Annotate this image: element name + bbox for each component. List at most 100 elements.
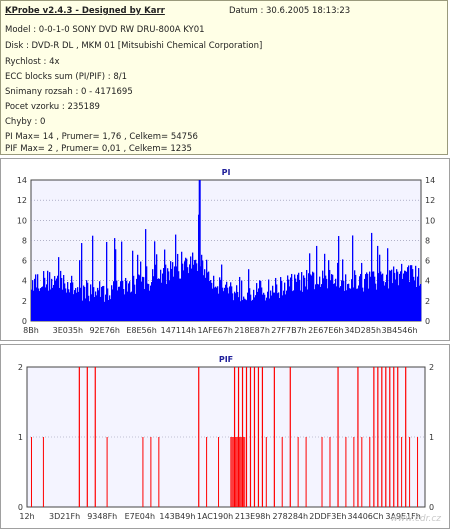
info-disk: Disk : DVD-R DL , MKM 01 [Mitsubishi Che… (5, 41, 263, 51)
info-sample-count: Pocet vzorku : 235189 (5, 102, 100, 112)
pif-bar (257, 367, 260, 507)
pi-ytick-left: 0 (22, 317, 27, 326)
pif-bar (397, 367, 399, 507)
pi-ytick-left: 10 (17, 216, 27, 225)
pif-xtick-label: E7E04h (125, 512, 155, 521)
pif-bar (385, 367, 387, 507)
pif-ytick-right: 2 (429, 363, 434, 372)
pif-ytick-left: 1 (18, 433, 23, 442)
pif-bar (409, 437, 411, 507)
pi-xtick-label: 2E67E6h (308, 326, 344, 335)
pif-bar (249, 367, 252, 507)
pif-bar (240, 437, 242, 507)
pif-bar (369, 437, 371, 507)
pif-bar (345, 437, 347, 507)
pif-ytick-left: 2 (18, 363, 23, 372)
pif-ytick-right: 1 (429, 433, 434, 442)
pif-bar (377, 367, 379, 507)
pi-ytick-right: 4 (425, 277, 430, 286)
pif-chart: PIF 0 0 1 1 2 2 12h 3D21Fh 9348Fh E7E04h 143B49h 1AC… (18, 355, 434, 521)
pif-bar (373, 367, 375, 507)
pi-xtick-label: E8E56h (126, 326, 156, 335)
pi-xtick-label: 3B4546h (382, 326, 418, 335)
pif-xtick-label: 213E98h (235, 512, 271, 521)
pif-bar (78, 367, 80, 507)
pi-ytick-left: 2 (22, 297, 27, 306)
pi-chart-panel: PI 0 0 2 2 4 4 6 6 8 8 10 10 12 12 14 14 8Bh 3E035h 92E76h E… (0, 158, 450, 341)
pif-bar (244, 437, 246, 507)
pif-bar (237, 367, 240, 507)
pi-xtick-label: 27F7B7h (271, 326, 307, 335)
pif-bar (243, 437, 245, 507)
pif-chart-panel: PIF 0 0 1 1 2 2 12h 3D21Fh 9348Fh E7E04h 143B49h 1AC… (0, 344, 450, 529)
pi-xtick-label: 8Bh (23, 326, 39, 335)
pif-bar (239, 437, 241, 507)
pif-bar (232, 437, 234, 507)
info-scan-range: Snimany rozsah : 0 - 4171695 (5, 87, 133, 97)
pif-bar (253, 367, 256, 507)
info-pi-summary: PI Max= 14 , Prumer= 1,76 , Celkem= 5475… (5, 132, 198, 142)
pi-ytick-left: 14 (17, 176, 27, 185)
pif-bar (281, 437, 283, 507)
pi-ytick-right: 6 (425, 257, 430, 266)
pi-bar (420, 284, 422, 321)
pif-xtick-label: 3D21Fh (49, 512, 80, 521)
pi-xtick-label: 147114h (161, 326, 197, 335)
pi-xtick-label: 218E87h (234, 326, 270, 335)
pi-bar-max (198, 180, 201, 321)
pif-bar (106, 437, 108, 507)
pi-ytick-left: 4 (22, 277, 27, 286)
pi-chart-title: PI (222, 168, 231, 177)
pif-bar (233, 367, 236, 507)
pif-xtick-label: 1AC190h (197, 512, 233, 521)
pif-bar (405, 367, 407, 507)
pif-xtick-label: 12h (19, 512, 34, 521)
pif-bar (206, 437, 208, 507)
info-errors: Chyby : 0 (5, 117, 46, 127)
info-pif-summary: PIF Max= 2 , Prumer= 0,01 , Celkem= 1235 (5, 144, 192, 154)
pi-xtick-label: 1AFE67h (198, 326, 233, 335)
pif-bar (357, 367, 359, 507)
pif-bar (158, 437, 160, 507)
app-title: KProbe v2.4.3 - Designed by Karr (5, 6, 165, 16)
pif-xtick-label: 278284h (272, 512, 308, 521)
pif-xtick-label: 34406Ch (347, 512, 383, 521)
pif-xtick-label: 2DDF3Eh (309, 512, 346, 521)
info-speed: Rychlost : 4x (5, 57, 60, 67)
pif-bar (86, 367, 88, 507)
pif-bar (261, 367, 264, 507)
pi-ytick-right: 8 (425, 236, 430, 245)
pif-bar (198, 367, 200, 507)
pi-ytick-right: 12 (425, 196, 435, 205)
pif-bar (321, 437, 323, 507)
pif-bar (265, 437, 267, 507)
pi-ytick-right: 0 (425, 317, 430, 326)
pif-bar (289, 367, 291, 507)
pi-xtick-label: 3E035h (53, 326, 83, 335)
pif-xtick-label: 9348Fh (87, 512, 117, 521)
pif-bar (218, 437, 220, 507)
pif-bar (353, 437, 355, 507)
info-ecc-blocks: ECC blocks sum (PI/PIF) : 8/1 (5, 72, 128, 82)
pif-bar (381, 367, 383, 507)
pif-chart-title: PIF (219, 355, 233, 364)
pif-bar (273, 367, 275, 507)
pif-bar (150, 437, 152, 507)
pi-xtick-label: 34D285h (344, 326, 381, 335)
pif-bar (389, 367, 391, 507)
pif-bar (401, 437, 403, 507)
info-panel: KProbe v2.4.3 - Designed by Karr Datum :… (0, 0, 448, 155)
pi-xtick-label: 92E76h (89, 326, 119, 335)
pif-bar (230, 437, 232, 507)
pif-ytick-right: 0 (429, 503, 434, 512)
pif-xtick-label: 143B49h (159, 512, 195, 521)
pif-bar (231, 437, 233, 507)
pif-bar (329, 437, 331, 507)
pif-bar (94, 367, 96, 507)
pi-ytick-right: 10 (425, 216, 435, 225)
pif-bar (42, 437, 44, 507)
pif-bar (142, 437, 144, 507)
pi-ytick-left: 12 (17, 196, 27, 205)
pi-ytick-left: 8 (22, 236, 27, 245)
pif-ytick-left: 0 (18, 503, 23, 512)
